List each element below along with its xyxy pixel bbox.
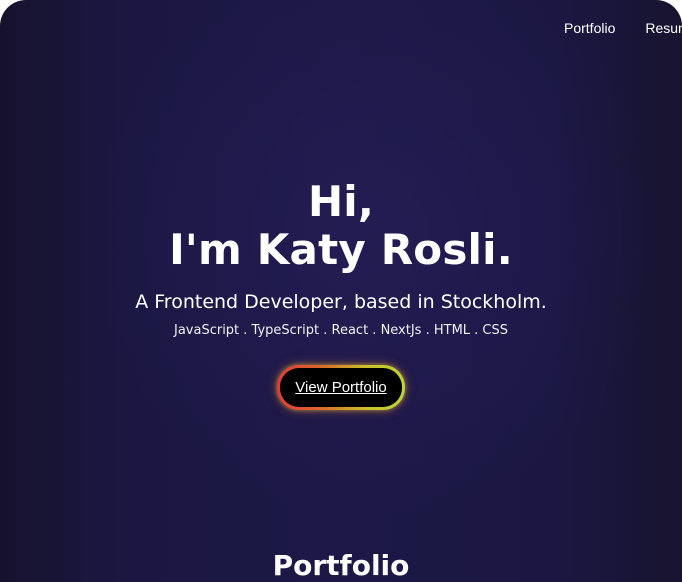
skills-list: JavaScript . TypeScript . React . NextJs… xyxy=(173,323,509,338)
nav-link-portfolio[interactable]: Portfolio xyxy=(564,20,615,36)
hero-heading: Hi, I'm Katy Rosli. xyxy=(0,178,682,274)
greeting-line-2: I'm Katy Rosli. xyxy=(169,225,513,274)
top-nav: Portfolio Resume xyxy=(564,20,682,36)
hero-section: Hi, I'm Katy Rosli. A Frontend Developer… xyxy=(0,178,682,410)
cta-wrapper: View Portfolio xyxy=(0,365,682,410)
view-portfolio-button[interactable]: View Portfolio xyxy=(277,365,404,410)
hero-tagline: A Frontend Developer, based in Stockholm… xyxy=(135,291,547,313)
greeting-line-1: Hi, xyxy=(307,177,375,226)
portfolio-section-title: Portfolio xyxy=(272,549,410,582)
nav-link-resume[interactable]: Resume xyxy=(645,20,682,36)
page: Portfolio Resume Hi, I'm Katy Rosli. A F… xyxy=(0,0,682,582)
